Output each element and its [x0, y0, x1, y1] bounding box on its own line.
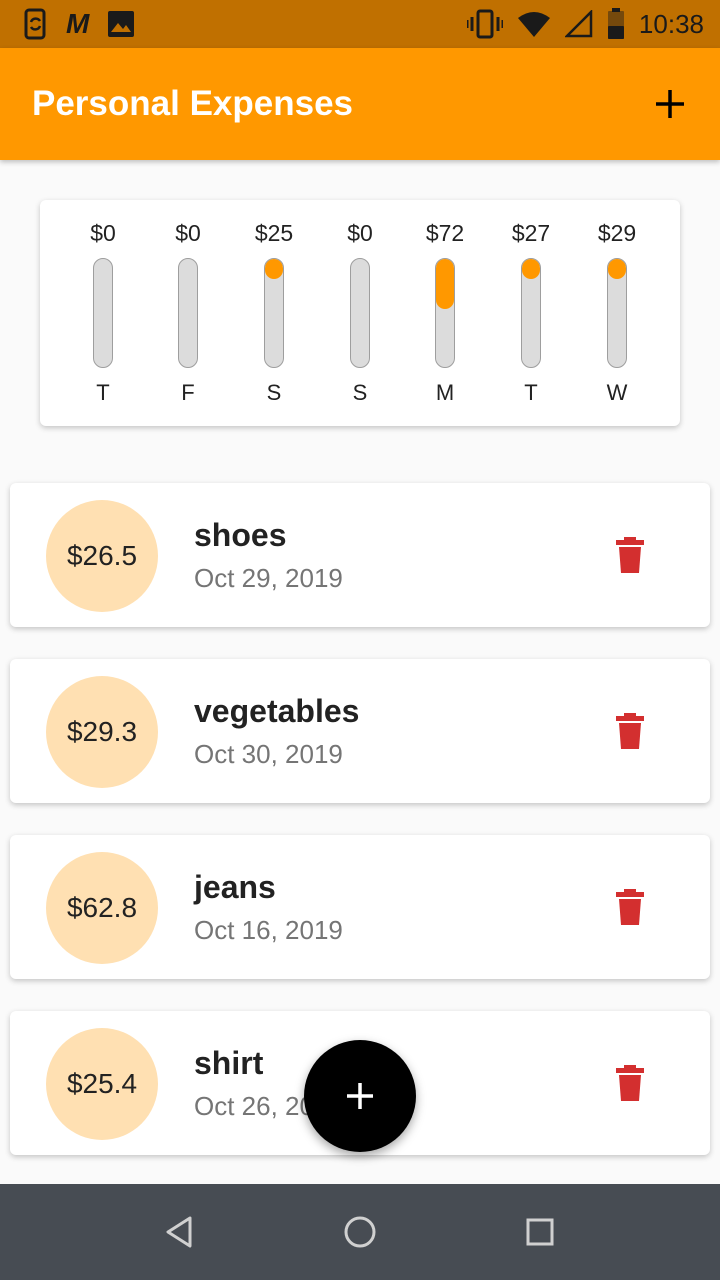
- chart-bar-track: [264, 258, 284, 368]
- chart-bar-fill: [436, 259, 454, 309]
- system-nav-bar: [0, 1184, 720, 1280]
- transaction-amount-badge: $62.8: [46, 852, 158, 964]
- chart-amount-label: $0: [175, 220, 201, 246]
- chart-bar-track: [521, 258, 541, 368]
- chart-day-label: W: [606, 380, 628, 405]
- wifi-icon: [517, 12, 550, 37]
- battery-icon: [607, 8, 624, 39]
- image-icon: [108, 11, 135, 37]
- add-transaction-fab[interactable]: [304, 1040, 416, 1152]
- chart-bar-track: [607, 258, 627, 368]
- status-left-icons: M: [24, 8, 153, 40]
- chart-bar-fill: [265, 259, 283, 279]
- delete-transaction-button[interactable]: [610, 887, 650, 927]
- transaction-title: shoes: [194, 517, 287, 553]
- chart-day-label: T: [524, 380, 538, 405]
- chart-amount-label: $0: [90, 220, 116, 246]
- chart-column: $27 T: [488, 200, 574, 426]
- transaction-amount-badge: $26.5: [46, 500, 158, 612]
- chart-column: $29 W: [574, 200, 660, 426]
- app-title: Personal Expenses: [32, 84, 353, 123]
- home-icon: [344, 1216, 376, 1248]
- transaction-amount-badge: $29.3: [46, 676, 158, 788]
- chart-day-label: F: [181, 380, 195, 405]
- chart-column: $72 M: [402, 200, 488, 426]
- back-button[interactable]: [160, 1212, 200, 1252]
- vibrate-icon: [466, 9, 503, 39]
- delete-transaction-button[interactable]: [610, 535, 650, 575]
- chart-amount-label: $0: [347, 220, 373, 246]
- transaction-date: Oct 30, 2019: [194, 739, 343, 769]
- chart-day-label: T: [96, 380, 110, 405]
- chart-day-label: S: [352, 380, 368, 405]
- carrier-logo-icon: M: [66, 8, 90, 39]
- chart-bar-track: [350, 258, 370, 368]
- transaction-card: $26.5 shoes Oct 29, 2019: [10, 483, 710, 627]
- recents-button[interactable]: [520, 1212, 560, 1252]
- recents-icon: [526, 1218, 554, 1246]
- plus-icon: [347, 1083, 373, 1109]
- signal-icon: [564, 10, 593, 38]
- chart-amount-label: $72: [425, 220, 465, 246]
- transaction-title: jeans: [194, 869, 276, 905]
- add-transaction-button[interactable]: [650, 84, 690, 124]
- app-bar: Personal Expenses: [0, 48, 720, 160]
- status-time: 10:38: [638, 8, 704, 39]
- status-right-icons: 10:38: [453, 8, 704, 40]
- home-button[interactable]: [340, 1212, 380, 1252]
- chart-amount-label: $25: [254, 220, 294, 246]
- transaction-date: Oct 16, 2019: [194, 915, 343, 945]
- chart-bar-track: [435, 258, 455, 368]
- delete-transaction-button[interactable]: [610, 711, 650, 751]
- chart-amount-label: $27: [511, 220, 551, 246]
- transaction-card: $62.8 jeans Oct 16, 2019: [10, 835, 710, 979]
- delete-transaction-button[interactable]: [610, 1063, 650, 1103]
- status-bar: M 10:38: [0, 0, 720, 48]
- plus-icon: [656, 90, 684, 118]
- chart-day-label: M: [435, 380, 455, 405]
- transaction-title: vegetables: [194, 693, 360, 729]
- chart-column: $0 T: [60, 200, 146, 426]
- chart-bar-fill: [522, 259, 540, 279]
- chart-bar-track: [93, 258, 113, 368]
- trash-icon: [616, 1065, 644, 1101]
- chart-bar-fill: [608, 259, 626, 279]
- chart-column: $0 F: [145, 200, 231, 426]
- transaction-card: $29.3 vegetables Oct 30, 2019: [10, 659, 710, 803]
- transaction-date: Oct 29, 2019: [194, 563, 343, 593]
- trash-icon: [616, 713, 644, 749]
- chart-column: $0 S: [317, 200, 403, 426]
- chart-column: $25 S: [231, 200, 317, 426]
- chart-day-label: S: [266, 380, 282, 405]
- transaction-amount-badge: $25.4: [46, 1028, 158, 1140]
- phone-sync-icon: [24, 8, 46, 40]
- transaction-title: shirt: [194, 1045, 264, 1081]
- back-icon: [166, 1216, 192, 1248]
- trash-icon: [616, 537, 644, 573]
- chart-amount-label: $29: [597, 220, 637, 246]
- chart-bar-track: [178, 258, 198, 368]
- trash-icon: [616, 889, 644, 925]
- weekly-chart-card: $0 T $0 F $25 S $0 S $72 M $27 T $29 W: [40, 200, 680, 426]
